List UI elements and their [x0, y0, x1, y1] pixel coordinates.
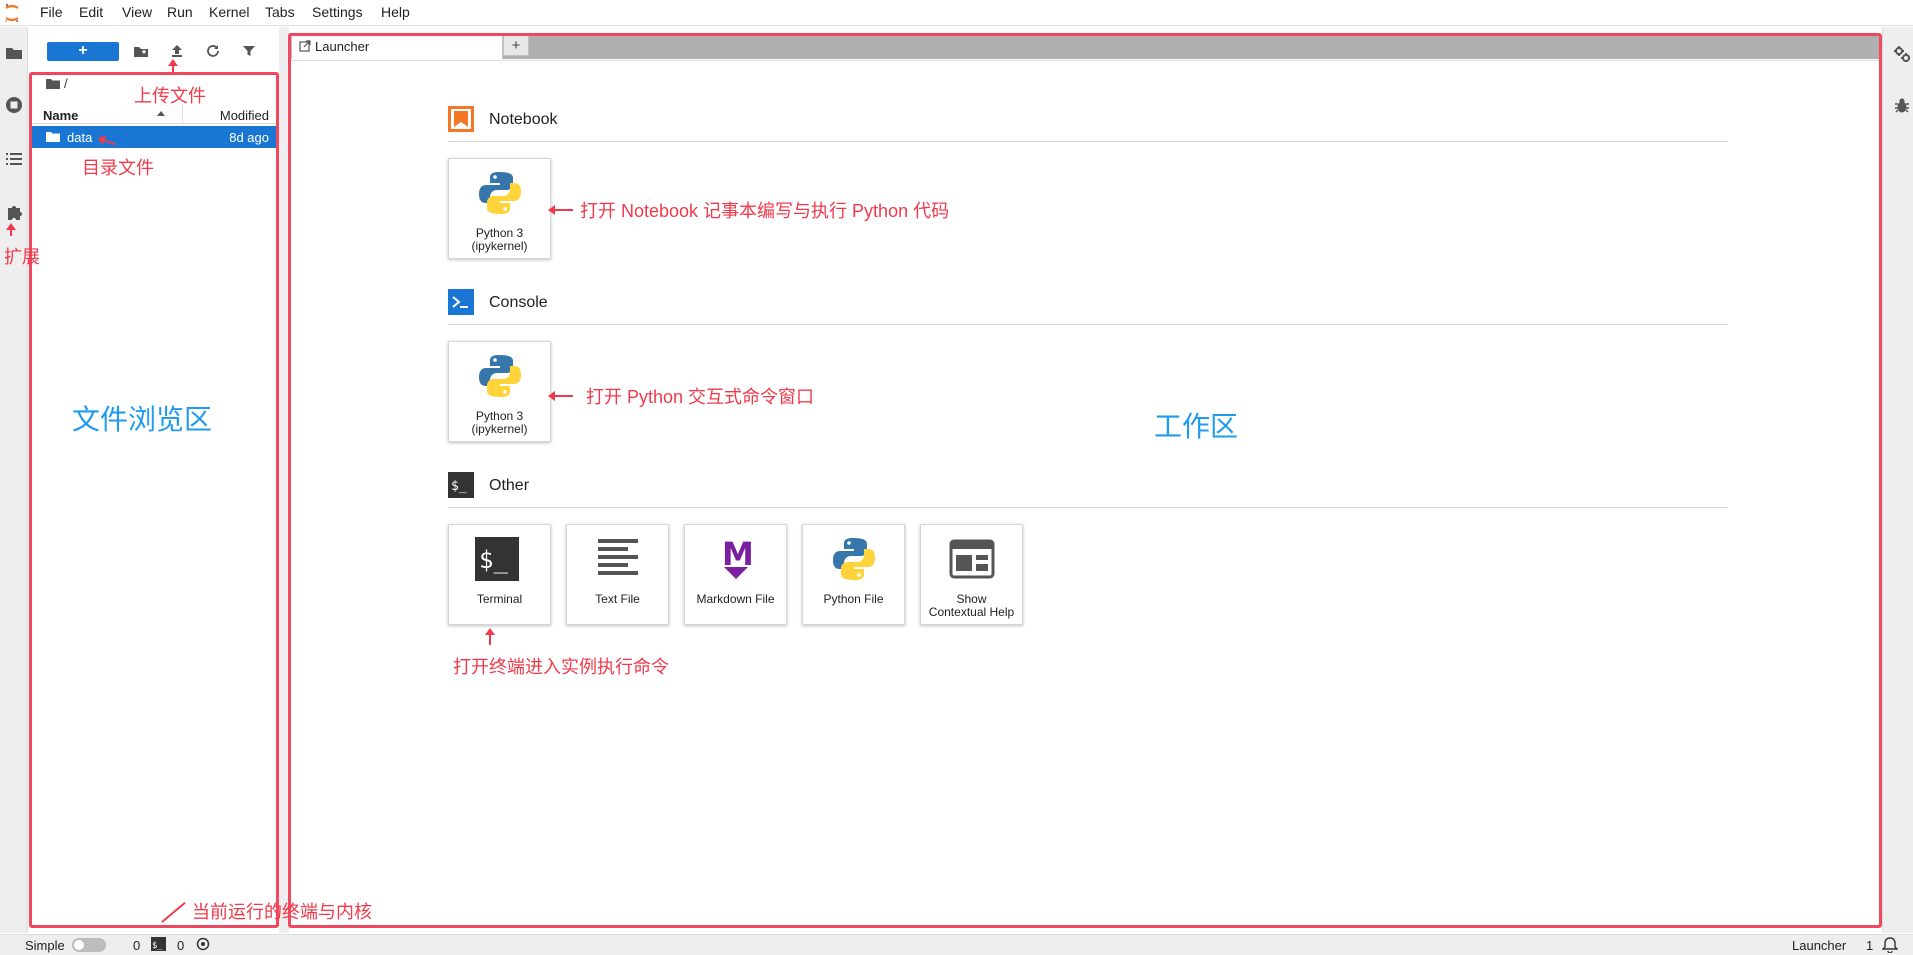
menu-tabs[interactable]: Tabs [265, 4, 295, 20]
file-browser-highlight [29, 72, 279, 928]
table-of-contents-icon[interactable] [5, 150, 23, 168]
annotation-console-hint: 打开 Python 交互式命令窗口 [586, 387, 815, 407]
annotation-directory-files: 目录文件 [82, 158, 154, 178]
new-launcher-button[interactable]: + [47, 42, 119, 61]
upload-icon[interactable] [168, 42, 186, 60]
folder-icon[interactable] [5, 44, 23, 62]
property-inspector-icon[interactable] [1893, 45, 1911, 63]
running-sessions-icon[interactable] [5, 96, 23, 114]
debugger-icon[interactable] [1893, 97, 1911, 115]
annotation-file-browser-area: 文件浏览区 [72, 404, 213, 435]
toggle-knob [74, 940, 84, 950]
status-active-label: Launcher [1792, 938, 1847, 953]
menu-file[interactable]: File [40, 4, 63, 20]
kernels-count[interactable]: 0 [177, 938, 184, 953]
annotation-workspace-area: 工作区 [1154, 411, 1239, 442]
menu-help[interactable]: Help [381, 4, 410, 20]
new-folder-icon[interactable] [132, 42, 150, 60]
annotation-terminal-hint: 打开终端进入实例执行命令 [453, 657, 669, 677]
simple-mode-label: Simple [25, 938, 65, 953]
menu-settings[interactable]: Settings [312, 4, 363, 20]
annotation-arrow-up [6, 223, 16, 236]
annotation-running-hint: 当前运行的终端与内核 [192, 902, 372, 922]
annotation-arrow-left [548, 205, 573, 215]
menu-edit[interactable]: Edit [79, 4, 103, 20]
right-sidebar [1882, 27, 1913, 933]
workspace-highlight [288, 33, 1882, 928]
annotation-arrow-up [485, 628, 495, 645]
annotation-notebook-hint: 打开 Notebook 记事本编写与执行 Python 代码 [580, 201, 950, 221]
terminals-count[interactable]: 0 [133, 938, 140, 953]
annotation-upload-files: 上传文件 [134, 86, 206, 106]
status-bar [0, 934, 1913, 955]
menu-kernel[interactable]: Kernel [209, 4, 249, 20]
kernel-status-icon[interactable] [196, 937, 210, 951]
annotation-extensions: 扩展 [4, 247, 40, 267]
svg-text:$_: $_ [152, 941, 163, 951]
refresh-icon[interactable] [204, 42, 222, 60]
notification-bell-icon[interactable] [1882, 937, 1898, 953]
annotation-arrow-up [168, 59, 178, 72]
status-line-count: 1 [1866, 938, 1874, 953]
terminal-status-icon[interactable]: $_ [151, 937, 166, 951]
extension-manager-icon[interactable] [5, 203, 23, 221]
jupyter-logo-icon [5, 3, 19, 22]
annotation-arrow-left [548, 391, 573, 401]
filter-icon[interactable] [240, 42, 258, 60]
menu-view[interactable]: View [122, 4, 152, 20]
menu-run[interactable]: Run [167, 4, 193, 20]
